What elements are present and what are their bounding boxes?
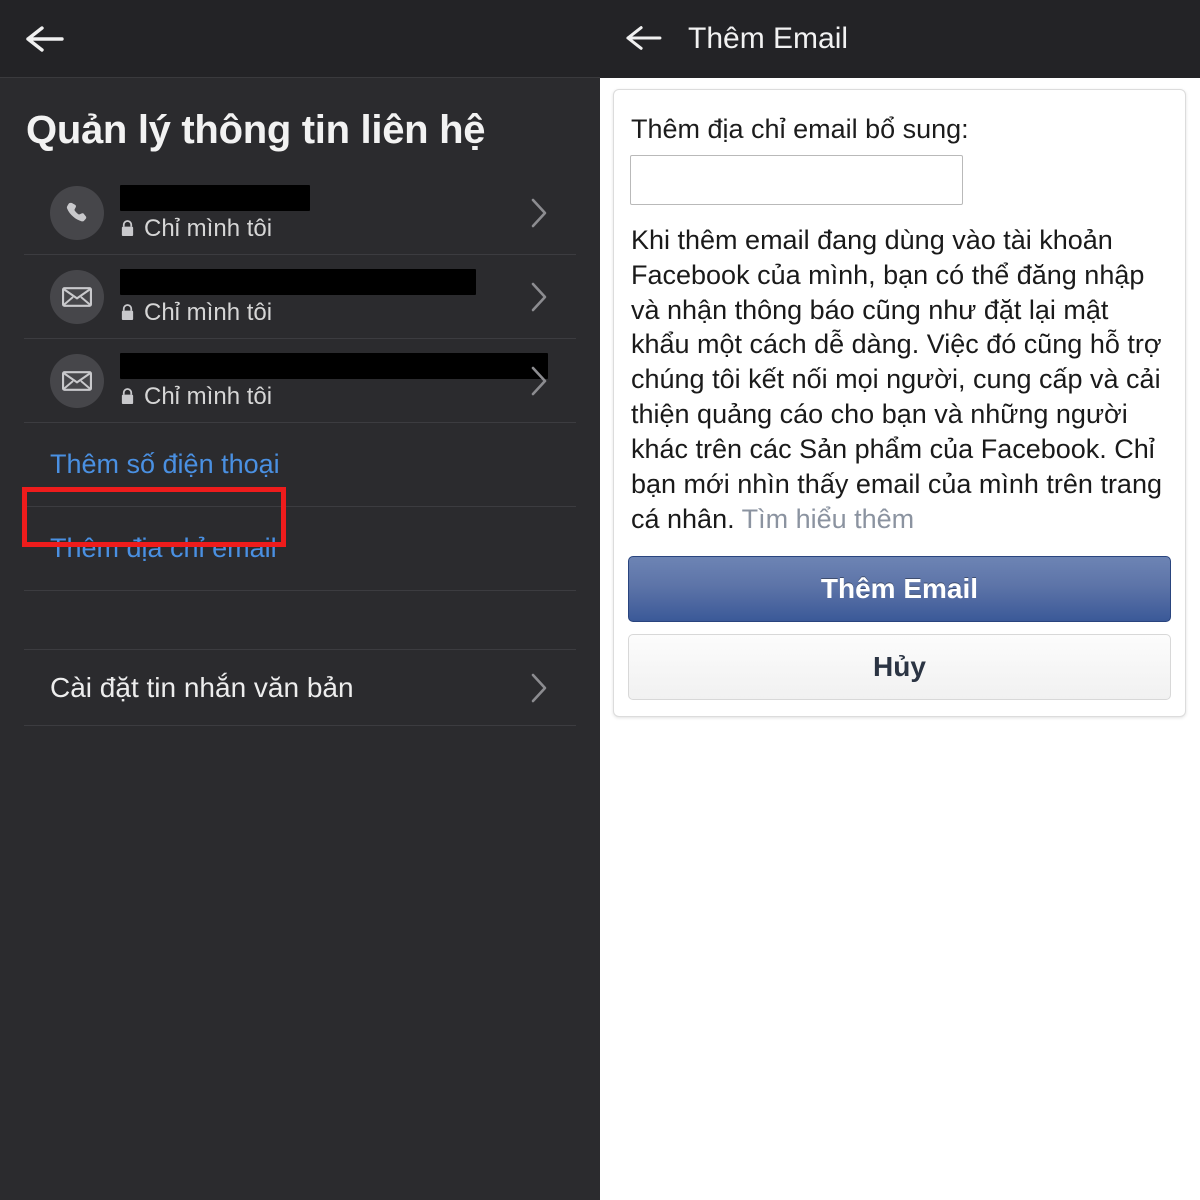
- contact-value-group: Chỉ mình tôi: [120, 352, 548, 409]
- right-page-title: Thêm Email: [688, 22, 849, 55]
- dialog-body-text: Khi thêm email đang dùng vào tài khoản F…: [628, 205, 1171, 538]
- arrow-left-icon[interactable]: [622, 22, 666, 56]
- envelope-icon: [50, 353, 104, 408]
- dialog-body-paragraph: Khi thêm email đang dùng vào tài khoản F…: [631, 225, 1162, 534]
- right-app-bar: Thêm Email: [600, 0, 1200, 78]
- submit-add-email-button[interactable]: Thêm Email: [628, 556, 1171, 623]
- lock-icon: [121, 220, 134, 236]
- contact-value-group: Chỉ mình tôi: [120, 184, 518, 241]
- right-phone-screen: Thêm Email Thêm địa chỉ email bổ sung: K…: [600, 0, 1200, 1200]
- chevron-right-icon[interactable]: [528, 671, 550, 705]
- left-phone-screen: Quản lý thông tin liên hệ Chỉ mình tôi C…: [0, 0, 600, 1200]
- privacy-label-group: Chỉ mình tôi: [120, 213, 518, 241]
- contact-value-group: Chỉ mình tôi: [120, 268, 518, 325]
- privacy-label: Chỉ mình tôi: [144, 214, 273, 242]
- screenshot-root: Quản lý thông tin liên hệ Chỉ mình tôi C…: [0, 0, 1200, 1200]
- learn-more-link[interactable]: Tìm hiểu thêm: [742, 504, 915, 534]
- email-field-label: Thêm địa chỉ email bổ sung:: [631, 114, 969, 144]
- add-email-row[interactable]: Thêm địa chỉ email: [24, 507, 576, 591]
- arrow-left-icon[interactable]: [22, 22, 66, 56]
- redacted-email-address: [120, 268, 476, 295]
- chevron-right-icon[interactable]: [528, 196, 550, 230]
- redacted-email-address: [120, 352, 548, 379]
- privacy-label: Chỉ mình tôi: [144, 298, 273, 326]
- redacted-phone-number: [120, 184, 310, 211]
- add-email-link[interactable]: Thêm địa chỉ email: [50, 533, 277, 564]
- privacy-label-group: Chỉ mình tôi: [120, 381, 518, 409]
- sms-settings-row[interactable]: Cài đặt tin nhắn văn bản: [24, 650, 576, 726]
- contact-row-email-1[interactable]: Chỉ mình tôi: [24, 255, 576, 339]
- add-email-dialog-card: Thêm địa chỉ email bổ sung: Khi thêm ema…: [613, 89, 1186, 718]
- phone-icon: [50, 185, 104, 240]
- page-title: Quản lý thông tin liên hệ: [26, 108, 486, 152]
- add-phone-link[interactable]: Thêm số điện thoại: [50, 449, 280, 480]
- lock-icon: [121, 304, 134, 320]
- left-app-bar: [0, 0, 600, 78]
- contact-row-email-2[interactable]: Chỉ mình tôi: [24, 339, 576, 423]
- add-phone-row[interactable]: Thêm số điện thoại: [24, 423, 576, 507]
- privacy-label: Chỉ mình tôi: [144, 382, 273, 410]
- chevron-right-icon[interactable]: [528, 280, 550, 314]
- lock-icon: [121, 388, 134, 404]
- cancel-button[interactable]: Hủy: [628, 634, 1171, 701]
- chevron-right-icon[interactable]: [528, 364, 550, 398]
- email-input[interactable]: [630, 155, 963, 205]
- privacy-label-group: Chỉ mình tôi: [120, 297, 518, 325]
- contact-row-phone[interactable]: Chỉ mình tôi: [24, 171, 576, 255]
- sms-settings-label: Cài đặt tin nhắn văn bản: [50, 671, 354, 703]
- envelope-icon: [50, 269, 104, 324]
